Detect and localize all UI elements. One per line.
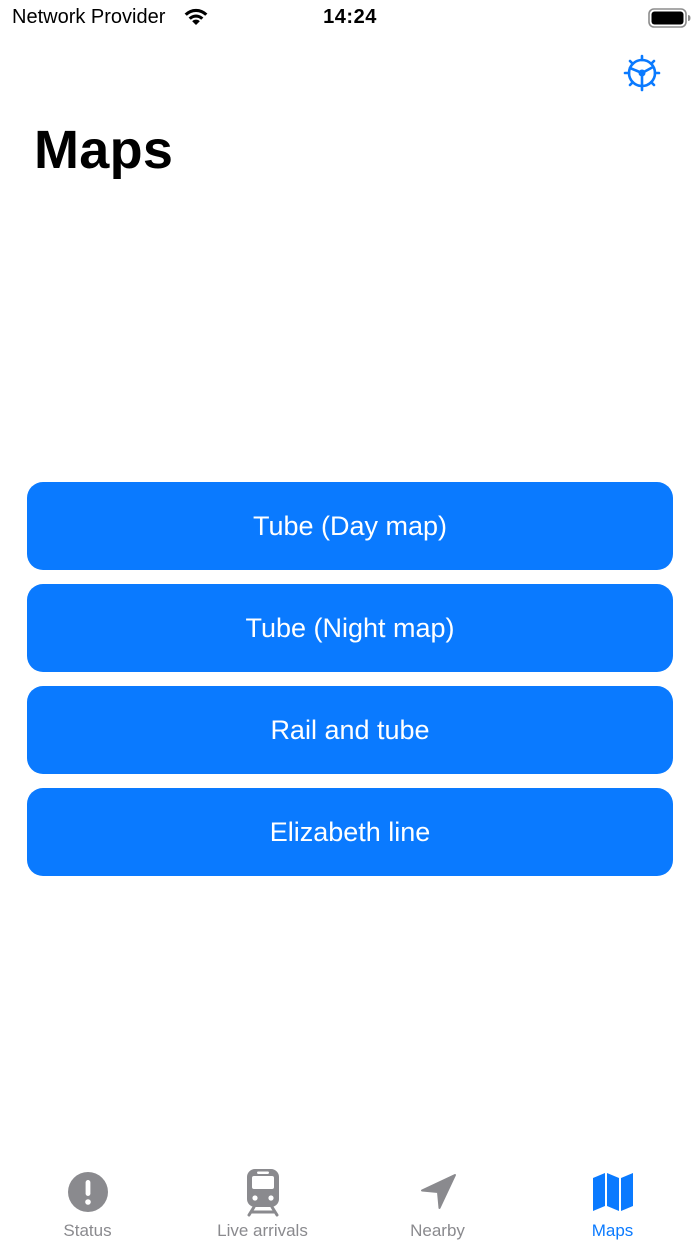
tab-bar: Status Live arrivals Nearby Maps <box>0 1155 700 1244</box>
elizabeth-line-map-button[interactable]: Elizabeth line <box>27 788 673 876</box>
tab-status-label: Status <box>63 1221 112 1240</box>
tube-night-map-button[interactable]: Tube (Night map) <box>27 584 673 672</box>
tram-icon <box>238 1167 288 1217</box>
page-title: Maps <box>34 120 174 180</box>
map-button-list: Tube (Day map) Tube (Night map) Rail and… <box>27 482 673 890</box>
tab-nearby[interactable]: Nearby <box>350 1155 525 1244</box>
battery-icon <box>648 8 691 28</box>
tab-status[interactable]: Status <box>0 1155 175 1244</box>
tab-nearby-label: Nearby <box>410 1221 465 1240</box>
map-icon <box>588 1167 638 1217</box>
tab-live-arrivals-label: Live arrivals <box>217 1221 308 1240</box>
tab-maps[interactable]: Maps <box>525 1155 700 1244</box>
tube-day-map-button[interactable]: Tube (Day map) <box>27 482 673 570</box>
status-bar: Network Provider 14:24 <box>0 0 700 36</box>
settings-button[interactable] <box>618 50 666 96</box>
status-time: 14:24 <box>323 6 377 28</box>
tab-live-arrivals[interactable]: Live arrivals <box>175 1155 350 1244</box>
tab-maps-label: Maps <box>591 1221 634 1240</box>
rail-and-tube-map-button[interactable]: Rail and tube <box>27 686 673 774</box>
exclamation-circle-icon <box>63 1167 113 1217</box>
location-arrow-icon <box>413 1167 463 1217</box>
settings-icon <box>623 54 661 92</box>
